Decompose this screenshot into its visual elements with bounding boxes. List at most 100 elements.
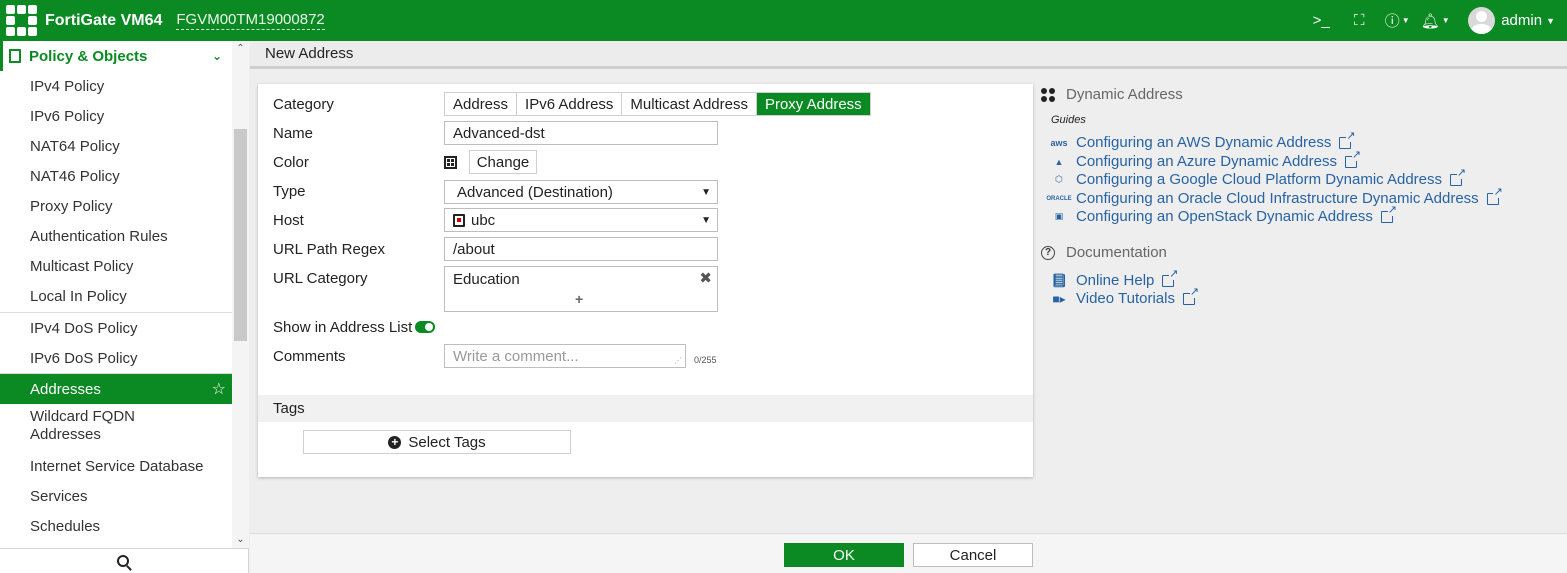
- resize-handle-icon[interactable]: ⋰: [674, 356, 682, 365]
- document-icon: [9, 49, 21, 63]
- help-icon[interactable]: ⓘ ▼: [1378, 10, 1416, 31]
- product-name: FortiGate VM64: [45, 11, 163, 29]
- sidebar-item-local-in-policy[interactable]: Local In Policy: [0, 281, 232, 311]
- sidebar-item-ipv4-policy[interactable]: IPv4 Policy: [0, 71, 232, 101]
- sidebar-item-label: IPv4 Policy: [30, 77, 105, 95]
- sidebar-item-multicast-policy[interactable]: Multicast Policy: [0, 251, 232, 281]
- tags-label: Tags: [273, 400, 305, 417]
- type-value: Advanced (Destination): [457, 183, 613, 201]
- bell-icon[interactable]: 🔔︎ ▼: [1416, 12, 1454, 30]
- sidebar-item-label: Multicast Policy: [30, 257, 134, 275]
- guide-link-openstack[interactable]: ▣ Configuring an OpenStack Dynamic Addre…: [1051, 204, 1397, 225]
- sidebar-item-label: Schedules: [30, 517, 101, 535]
- sidebar-item-internet-service-database[interactable]: Internet Service Database: [0, 451, 232, 481]
- sidebar-scrollbar[interactable]: ⌃ ⌄: [232, 41, 249, 548]
- guide-link-oracle[interactable]: ORACLE Configuring an Oracle Cloud Infra…: [1046, 186, 1503, 207]
- doc-link-online-help[interactable]: 📘︎ Online Help: [1051, 268, 1179, 289]
- star-icon[interactable]: ☆: [212, 379, 226, 399]
- sidebar-item-proxy-policy[interactable]: Proxy Policy: [0, 191, 232, 221]
- sidebar-item-label: IPv6 DoS Policy: [30, 349, 138, 367]
- sidebar-item-nat46-policy[interactable]: NAT46 Policy: [0, 161, 232, 191]
- sidebar-item-label: Addresses: [30, 380, 101, 398]
- type-select[interactable]: Advanced (Destination) ▼: [444, 180, 718, 204]
- sidebar: Policy & Objects ⌄ IPv4 Policy IPv6 Poli…: [0, 41, 249, 573]
- dropdown-arrow-icon: ▼: [701, 214, 711, 226]
- chevron-up-icon[interactable]: ⌃: [232, 43, 249, 57]
- change-color-button[interactable]: Change: [469, 150, 537, 174]
- url-path-regex-input[interactable]: /about: [444, 237, 718, 261]
- avatar[interactable]: [1468, 7, 1496, 34]
- azure-icon: ▲: [1054, 156, 1064, 167]
- url-category-chip: Education: [453, 271, 520, 288]
- category-option-proxy-address[interactable]: Proxy Address: [756, 93, 870, 115]
- url-category-field[interactable]: Education ✖ +: [444, 266, 718, 312]
- sidebar-item-services[interactable]: Services: [0, 481, 232, 511]
- url-path-regex-label: URL Path Regex: [273, 241, 386, 258]
- sidebar-item-addresses[interactable]: Addresses ☆: [0, 374, 232, 404]
- comments-counter: 0/255: [694, 355, 717, 365]
- chevron-down-icon[interactable]: ⌄: [232, 534, 249, 548]
- form-footer: OK Cancel: [250, 533, 1567, 573]
- guide-link-label: Configuring an Oracle Cloud Infrastructu…: [1076, 190, 1479, 207]
- scroll-thumb[interactable]: [234, 129, 247, 341]
- external-link-icon: [1486, 186, 1503, 205]
- external-link-icon: [1380, 204, 1397, 223]
- plus-circle-icon: +: [388, 435, 402, 449]
- address-form-panel: Category Address IPv6 Address Multicast …: [258, 84, 1033, 477]
- dropdown-arrow-icon: ▼: [701, 186, 711, 198]
- sidebar-item-label: IPv6 Policy: [30, 107, 105, 125]
- category-option-multicast-address[interactable]: Multicast Address: [622, 93, 757, 115]
- sidebar-item-wildcard-fqdn-addresses[interactable]: Wildcard FQDN Addresses: [0, 406, 232, 446]
- guide-link-label: Configuring a Google Cloud Platform Dyna…: [1076, 171, 1443, 188]
- top-bar: FortiGate VM64 FGVM00TM19000872 >_ ⛶ ⓘ ▼ …: [0, 0, 1567, 41]
- sidebar-item-ipv4-dos-policy[interactable]: IPv4 DoS Policy: [0, 313, 232, 343]
- chevron-down-icon: ⌄: [211, 49, 222, 63]
- guide-link-azure[interactable]: ▲ Configuring an Azure Dynamic Address: [1051, 149, 1361, 170]
- category-option-ipv6-address[interactable]: IPv6 Address: [517, 93, 623, 115]
- comments-textarea[interactable]: Write a comment... ⋰: [444, 344, 686, 368]
- sidebar-section-policy-objects[interactable]: Policy & Objects ⌄: [0, 41, 232, 71]
- external-link-icon: [1182, 286, 1199, 305]
- show-in-address-list-toggle[interactable]: [415, 321, 435, 333]
- url-category-label: URL Category: [273, 270, 368, 287]
- doc-link-label: Online Help: [1076, 272, 1155, 289]
- comments-placeholder: Write a comment...: [453, 347, 579, 365]
- name-field[interactable]: Advanced-dst: [444, 121, 718, 145]
- category-option-address[interactable]: Address: [445, 93, 518, 115]
- guide-link-aws[interactable]: aws Configuring an AWS Dynamic Address: [1051, 130, 1356, 151]
- fullscreen-icon[interactable]: ⛶: [1340, 12, 1378, 29]
- cancel-button[interactable]: Cancel: [913, 543, 1033, 567]
- sidebar-item-schedules[interactable]: Schedules: [0, 511, 232, 541]
- fortinet-logo[interactable]: FortiGate VM64: [6, 5, 176, 36]
- sidebar-item-nat64-policy[interactable]: NAT64 Policy: [0, 131, 232, 161]
- color-swatch-icon: [444, 156, 457, 169]
- add-icon[interactable]: +: [575, 291, 583, 307]
- page-title: New Address: [265, 45, 354, 62]
- select-tags-button[interactable]: + Select Tags: [303, 430, 571, 454]
- sidebar-item-ipv6-policy[interactable]: IPv6 Policy: [0, 101, 232, 131]
- cli-console-icon[interactable]: >_: [1302, 12, 1340, 29]
- openstack-icon: ▣: [1054, 211, 1064, 221]
- sidebar-item-label: NAT64 Policy: [30, 137, 120, 155]
- sidebar-item-label: Services: [30, 487, 88, 505]
- host-select[interactable]: ubc ▼: [444, 208, 718, 232]
- remove-icon[interactable]: ✖: [699, 269, 712, 287]
- external-link-icon: [1344, 149, 1361, 168]
- guide-link-label: Configuring an AWS Dynamic Address: [1076, 134, 1332, 151]
- sidebar-item-ipv6-dos-policy[interactable]: IPv6 DoS Policy: [0, 343, 232, 373]
- user-name[interactable]: admin: [1501, 12, 1542, 29]
- sidebar-item-label: Authentication Rules: [30, 227, 168, 245]
- category-label: Category: [273, 96, 334, 113]
- sidebar-item-authentication-rules[interactable]: Authentication Rules: [0, 221, 232, 251]
- doc-link-video-tutorials[interactable]: ■▸ Video Tutorials: [1051, 286, 1199, 307]
- address-object-icon: [453, 213, 465, 227]
- name-label: Name: [273, 125, 314, 142]
- serial-number[interactable]: FGVM00TM19000872: [176, 11, 325, 30]
- category-selector: Address IPv6 Address Multicast Address P…: [444, 92, 871, 116]
- chevron-down-icon[interactable]: ▼: [1546, 16, 1555, 26]
- guide-link-gcp[interactable]: ⬡ Configuring a Google Cloud Platform Dy…: [1051, 167, 1467, 188]
- dynamic-address-title: Dynamic Address: [1066, 86, 1183, 103]
- ok-button[interactable]: OK: [784, 543, 904, 567]
- sidebar-search-button[interactable]: [0, 548, 249, 573]
- dynamic-address-heading: Dynamic Address: [1041, 86, 1183, 103]
